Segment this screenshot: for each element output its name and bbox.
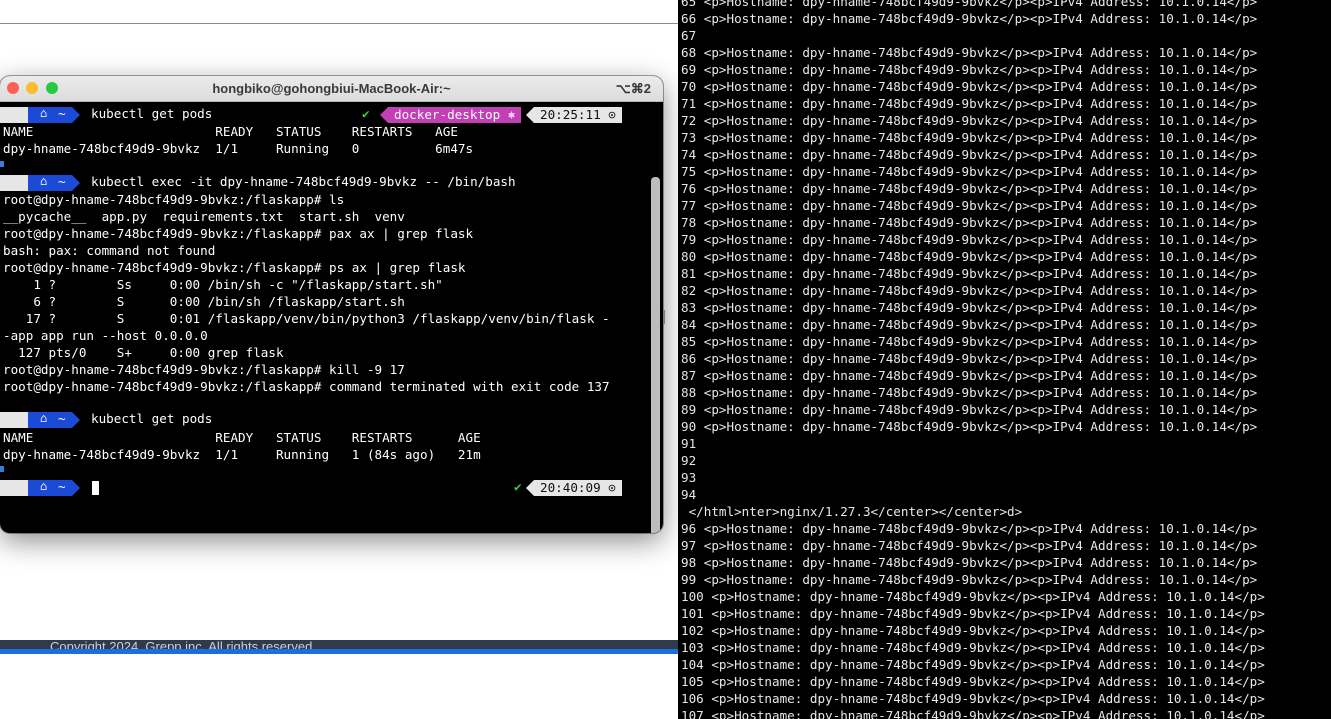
page-footer: Copyright 2024. Grepp inc. All rights re… (0, 640, 678, 649)
footer-accent-bar (0, 649, 678, 654)
window-title: hongbiko@gohongbiui-MacBook-Air:~ (212, 81, 451, 96)
log-line: 96 <p>Hostname: dpy-hname-748bcf49d9-9bv… (681, 521, 1258, 536)
page-divider (0, 23, 678, 24)
kube-context: docker-desktop ⎈ (388, 107, 522, 123)
log-line: 74 <p>Hostname: dpy-hname-748bcf49d9-9bv… (681, 147, 1258, 162)
log-line: 73 <p>Hostname: dpy-hname-748bcf49d9-9bv… (681, 130, 1258, 145)
log-line: 76 <p>Hostname: dpy-hname-748bcf49d9-9bv… (681, 181, 1258, 196)
log-line: 83 <p>Hostname: dpy-hname-748bcf49d9-9bv… (681, 300, 1258, 315)
log-line: 66 <p>Hostname: dpy-hname-748bcf49d9-9bv… (681, 11, 1258, 26)
prompt-time: 20:40:09 ⊙ (534, 480, 622, 496)
home-icon: ⌂ (40, 106, 48, 120)
right-terminal-pane[interactable]: 65 <p>Hostname: dpy-hname-748bcf49d9-9bv… (678, 0, 1331, 719)
window-shortcut-label: ⌥⌘2 (615, 81, 651, 96)
log-line: 70 <p>Hostname: dpy-hname-748bcf49d9-9bv… (681, 79, 1258, 94)
prompt-line: ⌂ ~ ✔ 20:40:09 ⊙ (0, 479, 640, 496)
pane-resize-handle[interactable] (663, 310, 665, 324)
output-line: NAME READY STATUS RESTARTS AGE (3, 124, 458, 139)
check-icon: ✔ (514, 479, 522, 494)
output-line: root@dpy-hname-748bcf49d9-9bvkz:/flaskap… (3, 192, 345, 207)
log-line: 99 <p>Hostname: dpy-hname-748bcf49d9-9bv… (681, 572, 1258, 587)
text-cursor[interactable] (92, 481, 99, 495)
output-line: 6 ? S 0:00 /bin/sh /flaskapp/start.sh (3, 294, 405, 309)
output-line: 127 pts/0 S+ 0:00 grep flask (3, 345, 284, 360)
log-line: 65 <p>Hostname: dpy-hname-748bcf49d9-9bv… (681, 0, 1258, 9)
home-icon: ⌂ (40, 479, 48, 493)
log-line: 69 <p>Hostname: dpy-hname-748bcf49d9-9bv… (681, 62, 1258, 77)
terminal-titlebar[interactable]: hongbiko@gohongbiui-MacBook-Air:~ ⌥⌘2 (0, 76, 663, 102)
prompt-line: ⌂ ~ kubectl exec -it dpy-hname-748bcf49d… (0, 174, 640, 191)
log-line: 68 <p>Hostname: dpy-hname-748bcf49d9-9bv… (681, 45, 1258, 60)
output-line: root@dpy-hname-748bcf49d9-9bvkz:/flaskap… (3, 362, 405, 377)
terminal-body[interactable]: ⌂ ~ kubectl get pods ✔ docker-desktop ⎈ … (0, 102, 650, 533)
right-terminal-output: 65 <p>Hostname: dpy-hname-748bcf49d9-9bv… (681, 0, 1265, 719)
output-line: NAME READY STATUS RESTARTS AGE (3, 430, 481, 445)
output-line: root@dpy-hname-748bcf49d9-9bvkz:/flaskap… (3, 260, 466, 275)
log-line: 78 <p>Hostname: dpy-hname-748bcf49d9-9bv… (681, 215, 1258, 230)
output-line: 17 ? S 0:01 /flaskapp/venv/bin/python3 /… (3, 311, 610, 326)
log-line: 92 (681, 453, 697, 468)
prompt-marker (0, 466, 4, 472)
log-line: 84 <p>Hostname: dpy-hname-748bcf49d9-9bv… (681, 317, 1258, 332)
log-line: 91 (681, 436, 697, 451)
log-line: 80 <p>Hostname: dpy-hname-748bcf49d9-9bv… (681, 249, 1258, 264)
log-line: 105 <p>Hostname: dpy-hname-748bcf49d9-9b… (681, 674, 1265, 689)
prompt-path: ~ (58, 106, 66, 121)
log-line: 97 <p>Hostname: dpy-hname-748bcf49d9-9bv… (681, 538, 1258, 553)
log-line: 81 <p>Hostname: dpy-hname-748bcf49d9-9bv… (681, 266, 1258, 281)
output-line: root@dpy-hname-748bcf49d9-9bvkz:/flaskap… (3, 379, 610, 394)
footer-copyright: Copyright 2024. Grepp inc. All rights re… (50, 640, 316, 649)
output-line: dpy-hname-748bcf49d9-9bvkz 1/1 Running 1… (3, 447, 481, 462)
log-line: 103 <p>Hostname: dpy-hname-748bcf49d9-9b… (681, 640, 1265, 655)
log-line: 89 <p>Hostname: dpy-hname-748bcf49d9-9bv… (681, 402, 1258, 417)
output-line: __pycache__ app.py requirements.txt star… (3, 209, 405, 224)
home-icon: ⌂ (40, 174, 48, 188)
prompt-status: ✔ 20:40:09 ⊙ (514, 479, 636, 496)
log-line: 101 <p>Hostname: dpy-hname-748bcf49d9-9b… (681, 606, 1265, 621)
log-line: 100 <p>Hostname: dpy-hname-748bcf49d9-9b… (681, 589, 1265, 604)
prompt-path: ~ (58, 411, 66, 426)
log-line: 79 <p>Hostname: dpy-hname-748bcf49d9-9bv… (681, 232, 1258, 247)
log-line: 98 <p>Hostname: dpy-hname-748bcf49d9-9bv… (681, 555, 1258, 570)
log-line: 75 <p>Hostname: dpy-hname-748bcf49d9-9bv… (681, 164, 1258, 179)
prompt-path: ~ (58, 174, 66, 189)
command-text: kubectl get pods (91, 411, 213, 426)
log-line: 85 <p>Hostname: dpy-hname-748bcf49d9-9bv… (681, 334, 1258, 349)
output-line: dpy-hname-748bcf49d9-9bvkz 1/1 Running 0… (3, 141, 474, 156)
log-line: 86 <p>Hostname: dpy-hname-748bcf49d9-9bv… (681, 351, 1258, 366)
log-line: 67 (681, 28, 697, 43)
check-icon: ✔ (362, 106, 370, 121)
output-line: -app app run --host 0.0.0.0 (3, 328, 208, 343)
output-line: root@dpy-hname-748bcf49d9-9bvkz:/flaskap… (3, 226, 474, 241)
log-line: 72 <p>Hostname: dpy-hname-748bcf49d9-9bv… (681, 113, 1258, 128)
log-line: 93 (681, 470, 697, 485)
command-text: kubectl get pods (91, 106, 213, 121)
prompt-line: ⌂ ~ kubectl get pods (0, 411, 640, 428)
log-line: 82 <p>Hostname: dpy-hname-748bcf49d9-9bv… (681, 283, 1258, 298)
log-line: 71 <p>Hostname: dpy-hname-748bcf49d9-9bv… (681, 96, 1258, 111)
log-line: 90 <p>Hostname: dpy-hname-748bcf49d9-9bv… (681, 419, 1258, 434)
log-line: 88 <p>Hostname: dpy-hname-748bcf49d9-9bv… (681, 385, 1258, 400)
output-line: bash: pax: command not found (3, 243, 216, 258)
log-line: 102 <p>Hostname: dpy-hname-748bcf49d9-9b… (681, 623, 1265, 638)
log-line: 94 (681, 487, 697, 502)
prompt-status: ✔ docker-desktop ⎈ 20:25:11 ⊙ (362, 106, 636, 123)
log-line: 104 <p>Hostname: dpy-hname-748bcf49d9-9b… (681, 657, 1265, 672)
prompt-line: ⌂ ~ kubectl get pods ✔ docker-desktop ⎈ … (0, 106, 640, 123)
log-line: 106 <p>Hostname: dpy-hname-748bcf49d9-9b… (681, 691, 1265, 706)
output-line: 1 ? Ss 0:00 /bin/sh -c "/flaskapp/start.… (3, 277, 443, 292)
log-line: 87 <p>Hostname: dpy-hname-748bcf49d9-9bv… (681, 368, 1258, 383)
terminal-scrollbar[interactable] (651, 177, 660, 533)
prompt-time: 20:25:11 ⊙ (534, 107, 622, 123)
home-icon: ⌂ (40, 411, 48, 425)
prompt-marker (0, 161, 4, 167)
log-line: 107 <p>Hostname: dpy-hname-748bcf49d9-9b… (681, 708, 1265, 719)
command-text: kubectl exec -it dpy-hname-748bcf49d9-9b… (91, 174, 516, 189)
prompt-path: ~ (58, 479, 66, 494)
log-line: </html>nter>nginx/1.27.3</center></cente… (681, 504, 1023, 519)
log-line: 77 <p>Hostname: dpy-hname-748bcf49d9-9bv… (681, 198, 1258, 213)
terminal-window[interactable]: hongbiko@gohongbiui-MacBook-Air:~ ⌥⌘2 ⌂ … (0, 76, 663, 533)
